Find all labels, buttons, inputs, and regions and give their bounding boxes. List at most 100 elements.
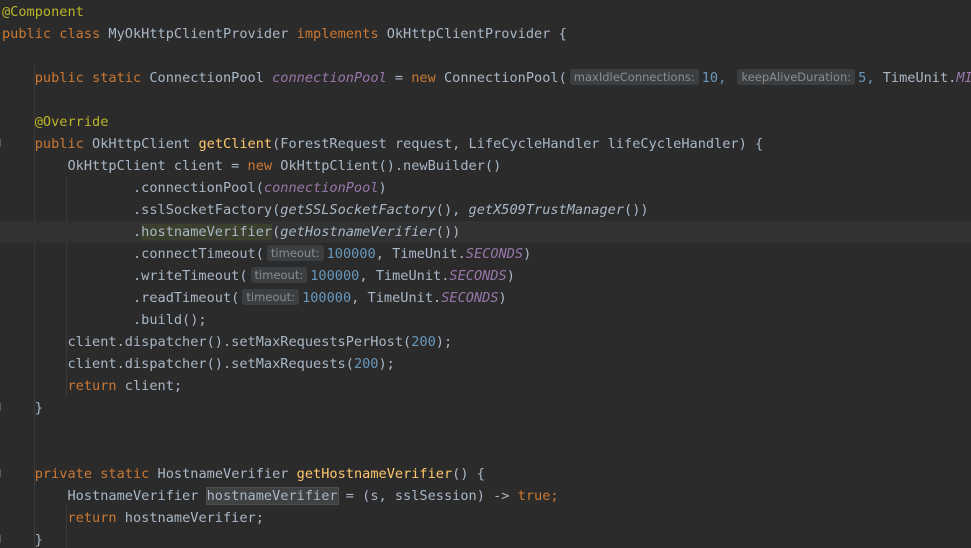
paren: ) — [506, 268, 515, 284]
code-line-current[interactable]: .hostnameVerifier(getHostnameVerifier()) — [0, 221, 971, 243]
code-line[interactable]: .connectTimeout(timeout: 100000, TimeUnit… — [2, 243, 971, 265]
keyword: class — [59, 26, 101, 42]
constructor-call: OkHttpClient().newBuilder() — [280, 158, 502, 174]
parameter-hint: timeout: — [266, 245, 324, 261]
code-line[interactable]: public class MyOkHttpClientProvider impl… — [2, 23, 971, 45]
paren: () — [435, 202, 453, 218]
return-value: client; — [124, 378, 183, 394]
number-literal: 100000 — [302, 290, 352, 306]
code-line[interactable]: .build(); — [2, 309, 971, 331]
keyword: static — [92, 70, 142, 86]
code-line[interactable]: return hostnameVerifier; — [2, 507, 971, 529]
number-literal: 10, — [701, 70, 727, 86]
code-line[interactable]: return client; — [2, 375, 971, 397]
type-name: ConnectionPool — [149, 70, 264, 86]
method-name: getHostnameVerifier — [296, 466, 453, 482]
code-line[interactable]: @Override — [2, 111, 971, 133]
keyword: private — [34, 466, 93, 482]
comma: , — [351, 290, 368, 306]
code-line[interactable]: } — [2, 529, 971, 548]
keyword: return — [67, 378, 117, 394]
method-call: client.dispatcher().setMaxRequests( — [67, 356, 354, 372]
method-name: getClient — [198, 136, 273, 152]
parameter-hint: timeout: — [250, 267, 308, 283]
dot: . — [132, 224, 142, 240]
keyword: public — [34, 136, 84, 152]
comma: , — [359, 268, 376, 284]
code-line[interactable]: .connectionPool(connectionPool) — [2, 177, 971, 199]
code-line[interactable]: public static ConnectionPool connectionP… — [2, 67, 971, 89]
method-call: client.dispatcher().setMaxRequestsPerHos… — [67, 334, 412, 350]
operator: = — [231, 158, 240, 174]
code-line[interactable]: .readTimeout(timeout: 100000, TimeUnit.SE… — [2, 287, 971, 309]
code-line[interactable]: .writeTimeout(timeout: 100000, TimeUnit.S… — [2, 265, 971, 287]
brace: } — [34, 532, 43, 548]
comma: , — [452, 202, 469, 218]
semicolon: ; — [550, 488, 559, 504]
fold-marker-icon[interactable] — [0, 403, 1, 411]
code-line[interactable]: client.dispatcher().setMaxRequests(200); — [2, 353, 971, 375]
code-line[interactable]: HostnameVerifier hostnameVerifier = (s, … — [2, 485, 971, 507]
operator: = — [394, 70, 404, 86]
number-literal: 100000 — [326, 246, 376, 262]
variable-highlighted: hostnameVerifier — [205, 487, 339, 505]
parameter-hint: keepAliveDuration: — [737, 69, 856, 85]
number-literal: 200 — [353, 356, 379, 372]
fold-marker-icon[interactable] — [0, 139, 1, 147]
keyword: new — [247, 158, 273, 174]
keyword: implements — [296, 26, 379, 42]
statement-end: ); — [378, 356, 395, 372]
field-name: connectionPool — [263, 180, 379, 196]
code-line[interactable]: @Component — [2, 1, 971, 23]
paren: ) — [498, 290, 507, 306]
constructor-call: ConnectionPool( — [444, 70, 567, 86]
code-editor[interactable]: @Component public class MyOkHttpClientPr… — [0, 0, 971, 548]
type-name: TimeUnit. — [392, 246, 466, 262]
code-line[interactable]: OkHttpClient client = new OkHttpClient()… — [2, 155, 971, 177]
paren: () { — [452, 466, 485, 482]
keyword: true — [517, 488, 551, 504]
number-literal: 200 — [411, 334, 436, 350]
type-name: HostnameVerifier — [157, 466, 289, 482]
code-line[interactable]: } — [2, 397, 971, 419]
method-call: .connectTimeout( — [132, 246, 264, 262]
enum-constant: SECONDS — [465, 246, 524, 262]
parameter-hint: maxIdleConnections: — [569, 69, 699, 85]
class-name: MyOkHttpClientProvider — [108, 26, 289, 42]
method-call: .sslSocketFactory( — [132, 202, 281, 218]
enum-constant: SECONDS — [449, 268, 507, 284]
fold-marker-icon[interactable] — [0, 535, 1, 543]
static-method-call: getSSLSocketFactory — [280, 202, 436, 218]
code-line[interactable]: .sslSocketFactory(getSSLSocketFactory(),… — [2, 199, 971, 221]
keyword: return — [67, 510, 117, 526]
enum-constant: MINU — [956, 70, 971, 86]
interface-name: OkHttpClientProvider — [386, 26, 551, 42]
fold-marker-icon[interactable] — [0, 469, 1, 477]
brace: { — [558, 26, 567, 42]
static-method-call: getX509TrustManager — [468, 202, 625, 218]
return-value: hostnameVerifier; — [124, 510, 264, 526]
parameter-list: (ForestRequest request, LifeCycleHandler… — [272, 136, 747, 152]
keyword: static — [100, 466, 150, 482]
type-name: TimeUnit. — [375, 268, 450, 284]
brace: { — [755, 136, 764, 152]
keyword: new — [411, 70, 436, 86]
annotation: @Override — [34, 114, 109, 130]
statement-end: ); — [435, 334, 453, 350]
code-line[interactable]: private static HostnameVerifier getHostn… — [2, 463, 971, 485]
type-name: TimeUnit. — [882, 70, 957, 86]
enum-constant: SECONDS — [441, 290, 499, 306]
type-name: TimeUnit. — [367, 290, 442, 306]
number-literal: 100000 — [310, 268, 360, 284]
paren: ()) — [624, 202, 649, 218]
type-name: OkHttpClient — [92, 136, 191, 152]
method-call: .writeTimeout( — [132, 268, 248, 284]
type-name: HostnameVerifier — [67, 488, 199, 504]
parameter-hint: timeout: — [242, 289, 300, 305]
method-call: .connectionPool( — [132, 180, 264, 196]
keyword: public — [34, 70, 84, 86]
number-literal: 5, — [858, 70, 875, 86]
code-line[interactable]: public OkHttpClient getClient(ForestRequ… — [2, 133, 971, 155]
lambda-params: (s, sslSession) -> — [362, 488, 510, 504]
code-line[interactable]: client.dispatcher().setMaxRequestsPerHos… — [2, 331, 971, 353]
